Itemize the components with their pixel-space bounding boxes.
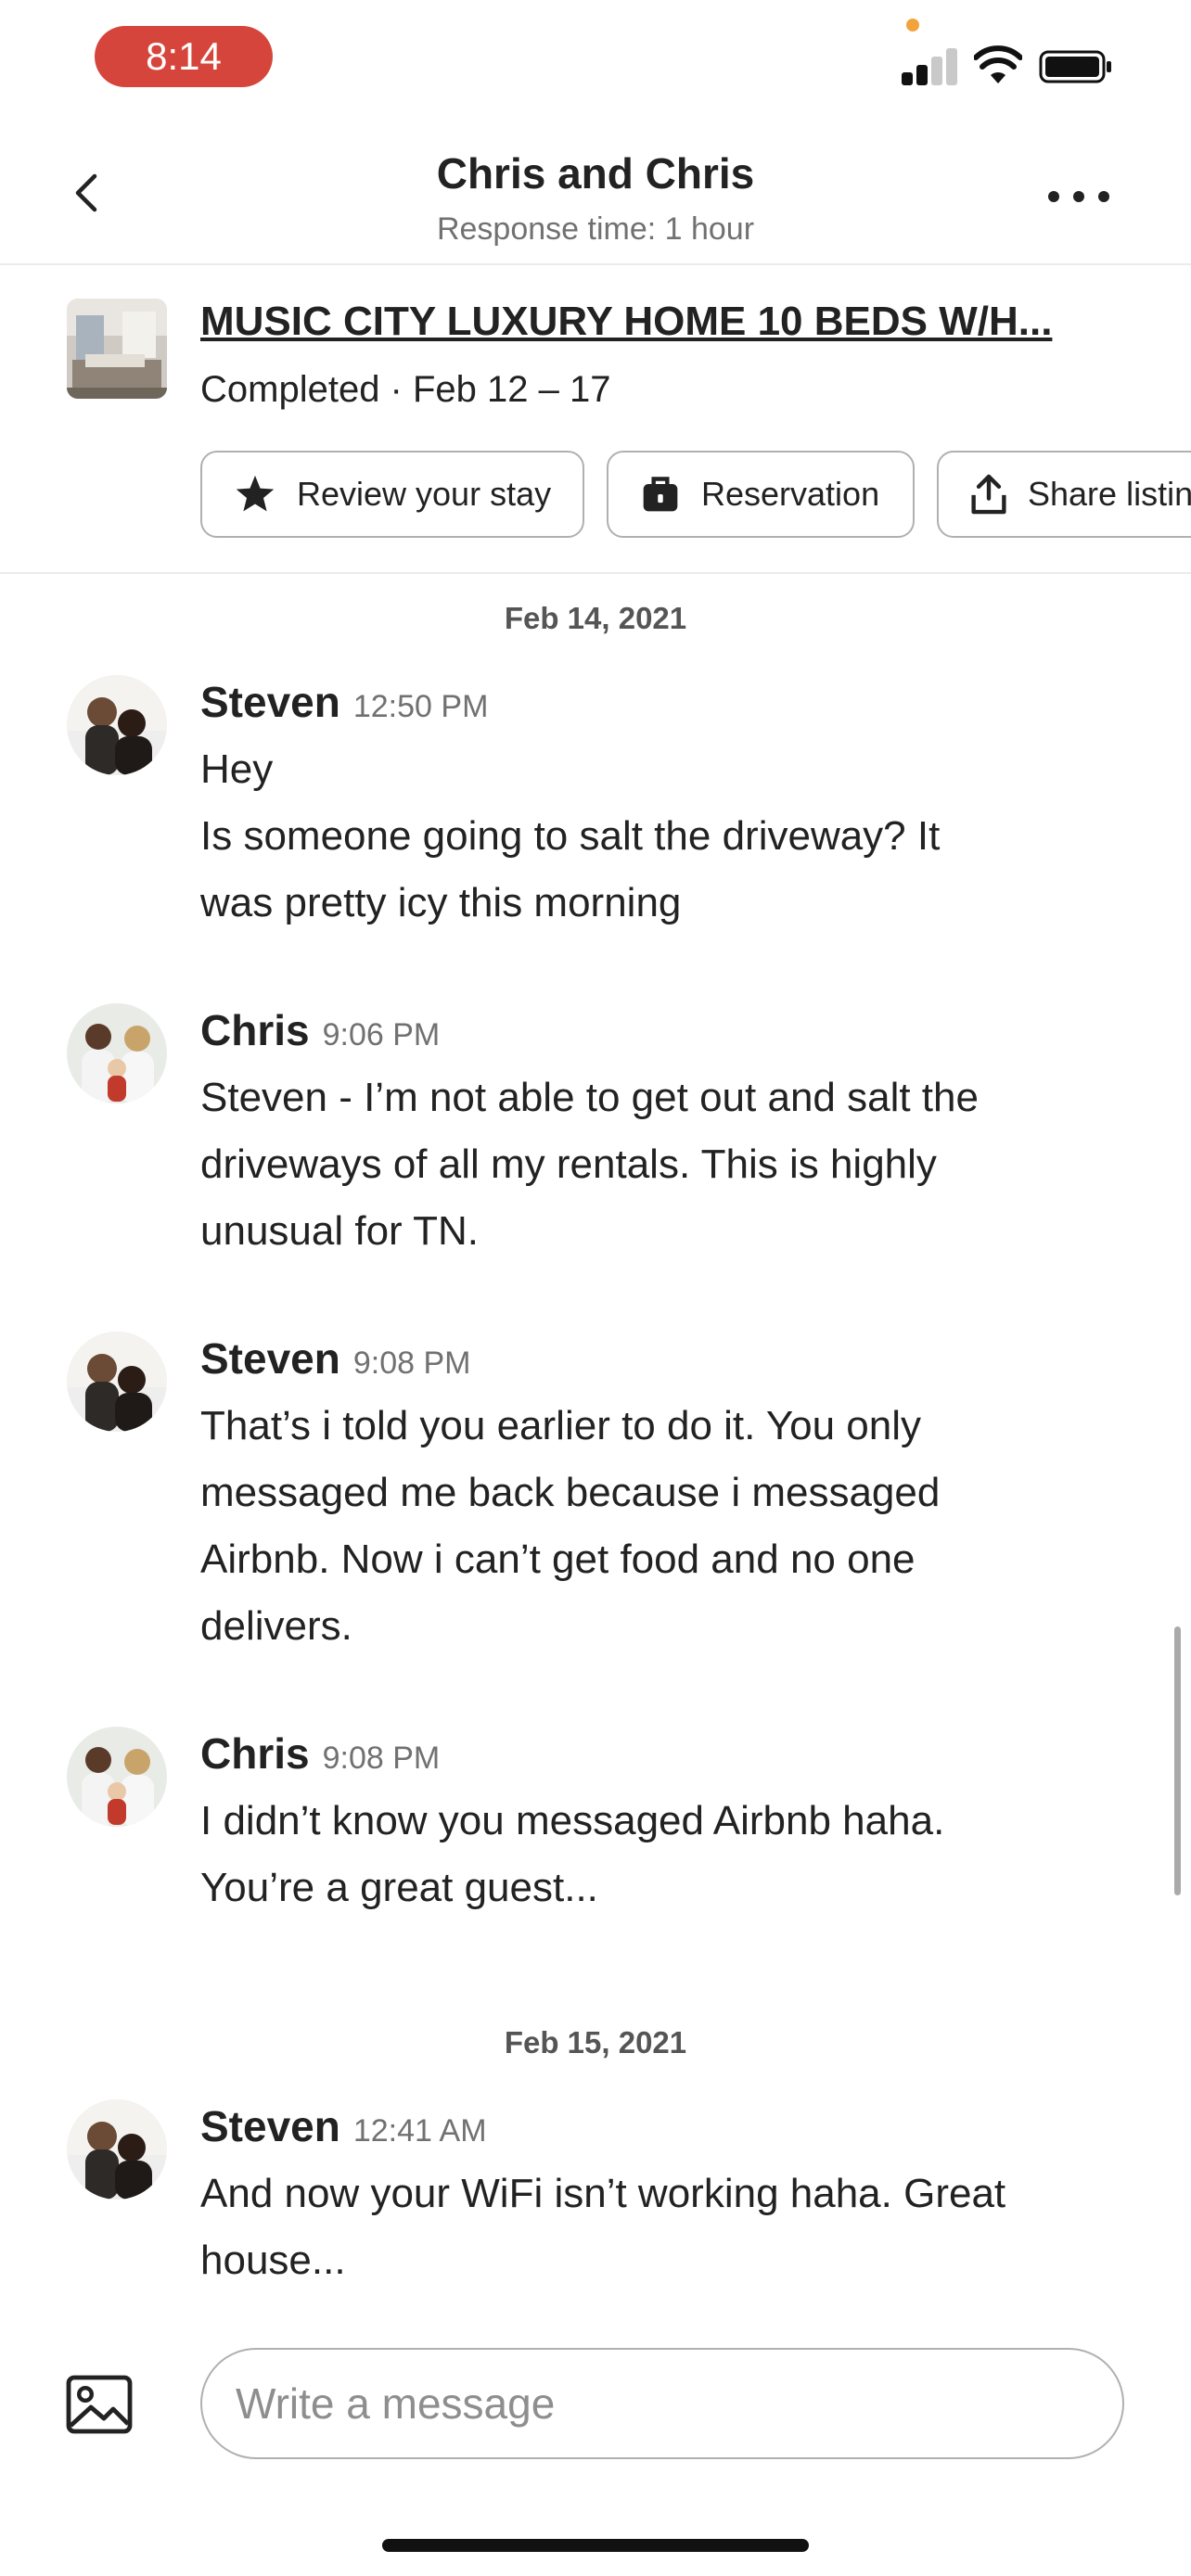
listing-divider (0, 572, 1191, 574)
message-line: And now your WiFi isn’t working haha. Gr… (200, 2171, 1006, 2216)
image-icon (66, 2375, 133, 2434)
more-dot-icon (1048, 191, 1059, 202)
listing-status-dates: Completed · Feb 12 – 17 (200, 369, 611, 410)
avatar-photo-image (67, 1727, 167, 1827)
avatar-chris[interactable] (67, 1003, 167, 1103)
review-your-stay-label: Review your stay (297, 475, 552, 513)
date-separator: Feb 14, 2021 (504, 601, 687, 635)
avatar-steven[interactable] (67, 1332, 167, 1432)
status-time: 8:14 (95, 26, 273, 87)
message-sender: Steven 9:08 PM (200, 1333, 470, 1384)
reservation-button[interactable]: Reservation (607, 451, 915, 538)
avatar-photo-image (67, 2099, 167, 2200)
message-sender: Chris 9:06 PM (200, 1005, 440, 1055)
avatar-steven[interactable] (67, 675, 167, 775)
message-line: unusual for TN. (200, 1208, 480, 1254)
message-body: That’s i told you earlier to do it. You … (200, 1393, 1128, 1660)
reservation-label: Reservation (701, 475, 880, 513)
listing-thumbnail[interactable] (67, 299, 167, 399)
response-time: Response time: 1 hour (436, 211, 755, 247)
sender-name: Steven (200, 2102, 340, 2150)
more-options-button[interactable] (1048, 176, 1109, 217)
message-time: 9:08 PM (322, 1741, 441, 1776)
message-line: Steven - I’m not able to get out and sal… (200, 1075, 979, 1120)
message-line: You’re a great guest... (200, 1865, 598, 1910)
conversation-title: Chris and Chris (436, 149, 755, 198)
header-divider (0, 263, 1191, 265)
message-body: Hey Is someone going to salt the drivewa… (200, 736, 1128, 937)
wifi-icon (974, 45, 1022, 83)
sender-name: Chris (200, 1006, 310, 1054)
message-line: delivers. (200, 1603, 352, 1649)
message-input[interactable] (202, 2350, 1122, 2457)
more-dot-icon (1098, 191, 1109, 202)
share-listing-label: Share listin (1028, 475, 1191, 513)
cellular-signal-icon (902, 46, 957, 85)
message-line: I didn’t know you messaged Airbnb haha. (200, 1798, 945, 1843)
scrollbar[interactable] (1174, 1626, 1181, 1895)
message-time: 9:06 PM (322, 1017, 441, 1052)
sender-name: Steven (200, 678, 340, 726)
share-icon (971, 474, 1006, 515)
message-body: Steven - I’m not able to get out and sal… (200, 1065, 1128, 1265)
avatar-chris[interactable] (67, 1727, 167, 1827)
message-time: 12:41 AM (352, 2113, 487, 2149)
message-body: I didn’t know you messaged Airbnb haha. … (200, 1788, 1128, 1921)
listing-title-link[interactable]: MUSIC CITY LUXURY HOME 10 BEDS W/H... (200, 299, 1052, 345)
review-your-stay-button[interactable]: Review your stay (200, 451, 584, 538)
message-time: 9:08 PM (352, 1345, 471, 1381)
message-line: driveways of all my rentals. This is hig… (200, 1141, 937, 1187)
date-separator: Feb 15, 2021 (504, 2025, 687, 2060)
share-listing-button[interactable]: Share listin (937, 451, 1191, 538)
message-sender: Steven 12:41 AM (200, 2101, 487, 2151)
message-sender: Steven 12:50 PM (200, 677, 488, 727)
message-line: house... (200, 2238, 346, 2283)
message-composer[interactable] (200, 2348, 1124, 2459)
sender-name: Steven (200, 1334, 340, 1383)
briefcase-icon (643, 477, 678, 512)
message-line: Airbnb. Now i can’t get food and no one (200, 1537, 916, 1582)
avatar-photo-image (67, 675, 167, 775)
sender-name: Chris (200, 1729, 310, 1778)
home-indicator[interactable] (382, 2539, 809, 2552)
avatar-steven[interactable] (67, 2099, 167, 2200)
message-time: 12:50 PM (352, 689, 489, 724)
more-dot-icon (1073, 191, 1084, 202)
battery-icon (1039, 50, 1111, 83)
star-icon (236, 475, 275, 512)
message-line: messaged me back because i messaged (200, 1470, 941, 1515)
privacy-indicator-dot (906, 19, 919, 32)
listing-photo-image (67, 299, 167, 399)
message-line: Hey (200, 746, 274, 792)
message-body: And now your WiFi isn’t working haha. Gr… (200, 2161, 1128, 2294)
message-line: was pretty icy this morning (200, 880, 682, 925)
avatar-photo-image (67, 1003, 167, 1103)
avatar-photo-image (67, 1332, 167, 1432)
message-line: Is someone going to salt the driveway? I… (200, 813, 941, 859)
message-line: That’s i told you earlier to do it. You … (200, 1403, 922, 1448)
attach-photo-button[interactable] (65, 2374, 134, 2435)
message-sender: Chris 9:08 PM (200, 1728, 440, 1779)
